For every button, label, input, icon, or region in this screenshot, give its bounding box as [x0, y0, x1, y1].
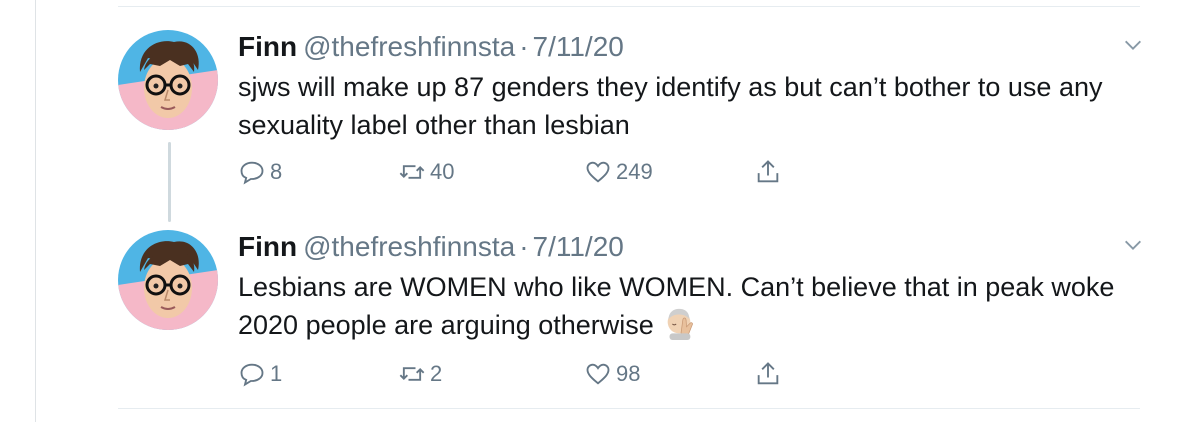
tweet-actions: 8 40 249	[238, 158, 798, 188]
retweet-icon	[399, 367, 425, 381]
tweet-actions: 1 2 98	[238, 360, 798, 390]
reply-button[interactable]: 1	[238, 360, 282, 388]
like-button[interactable]: 249	[584, 158, 653, 186]
tweet-header: Finn @thefreshfinnsta · 7/11/20	[238, 30, 624, 64]
left-border	[35, 0, 36, 422]
heart-icon	[586, 363, 610, 385]
user-handle[interactable]: @thefreshfinnsta	[303, 31, 515, 62]
tweet-date[interactable]: 7/11/20	[533, 231, 624, 262]
bottom-divider	[118, 408, 1140, 409]
tweet-header: Finn @thefreshfinnsta · 7/11/20	[238, 230, 624, 264]
retweet-count: 40	[430, 159, 455, 184]
reply-count: 8	[270, 159, 283, 184]
tweet-text: sjws will make up 87 genders they identi…	[238, 72, 1103, 140]
separator: ·	[519, 231, 529, 262]
retweet-button[interactable]: 2	[398, 360, 442, 388]
top-divider	[118, 6, 1140, 7]
tweet-date[interactable]: 7/11/20	[533, 31, 624, 62]
like-count: 249	[616, 159, 653, 184]
chevron-down-icon[interactable]	[1122, 234, 1144, 256]
display-name[interactable]: Finn	[238, 31, 297, 62]
heart-icon	[586, 161, 610, 183]
avatar[interactable]	[118, 230, 218, 330]
reply-button[interactable]: 8	[238, 158, 282, 186]
avatar[interactable]	[118, 30, 218, 130]
thread-connector	[168, 142, 171, 222]
share-button[interactable]	[754, 158, 786, 186]
avatar-image	[118, 230, 218, 330]
user-handle[interactable]: @thefreshfinnsta	[303, 231, 515, 262]
retweet-count: 2	[430, 361, 443, 386]
avatar-image	[118, 30, 218, 130]
retweet-button[interactable]: 40	[398, 158, 454, 186]
reply-count: 1	[270, 361, 283, 386]
chevron-down-icon[interactable]	[1122, 34, 1144, 56]
separator: ·	[519, 31, 529, 62]
reply-icon	[240, 161, 264, 185]
display-name[interactable]: Finn	[238, 231, 297, 262]
reply-icon	[240, 363, 264, 387]
like-count: 98	[616, 361, 641, 386]
share-button[interactable]	[754, 360, 786, 388]
tweet-text: Lesbians are WOMEN who like WOMEN. Can’t…	[238, 268, 1138, 344]
like-button[interactable]: 98	[584, 360, 640, 388]
share-icon	[757, 362, 779, 385]
facepalm-emoji-icon	[667, 308, 693, 340]
retweet-icon	[399, 165, 425, 179]
share-icon	[757, 160, 779, 183]
